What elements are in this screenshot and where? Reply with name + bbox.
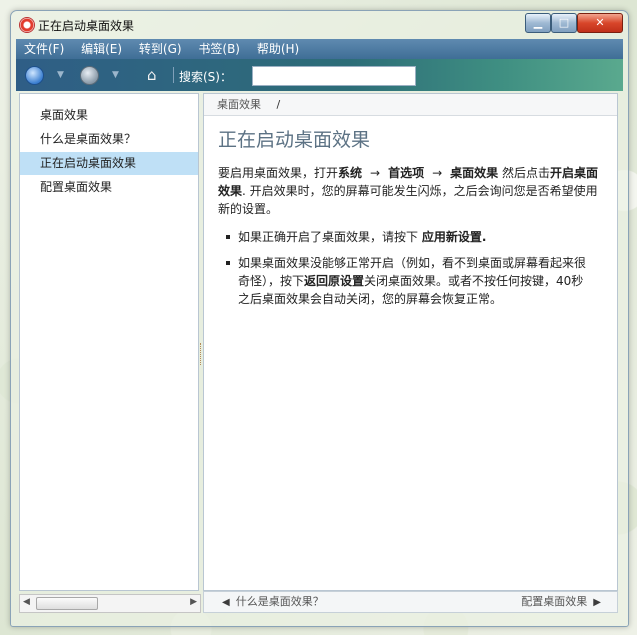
scroll-left-icon[interactable]: ◀ xyxy=(23,597,30,607)
previous-page-label: 什么是桌面效果？ xyxy=(235,595,324,608)
lifebuoy-icon xyxy=(19,17,35,33)
previous-page-link[interactable]: ◀ 什么是桌面效果？ xyxy=(216,592,324,613)
preferences-term: 首选项 xyxy=(388,166,425,180)
sidebar-item-enabling[interactable]: 正在启动桌面效果 xyxy=(20,152,198,175)
breadcrumb-separator: / xyxy=(276,98,281,111)
minimize-button[interactable]: ▁ xyxy=(525,13,551,33)
arrow-glyph: → xyxy=(432,166,443,180)
window-title: 正在启动桌面效果 xyxy=(38,19,135,33)
forward-arrow-icon[interactable] xyxy=(80,66,99,85)
search-input[interactable] xyxy=(252,66,416,86)
toolbar-separator xyxy=(173,67,174,83)
help-window: 正在启动桌面效果 ▁ □ ✕ 文件(F) 编辑(E) 转到(G) 书签(B) 帮… xyxy=(10,10,629,627)
sidebar-horizontal-scrollbar[interactable]: ◀ ▶ xyxy=(19,594,201,613)
home-icon[interactable]: ⌂ xyxy=(147,66,165,84)
back-arrow-icon[interactable] xyxy=(25,66,44,85)
scroll-thumb[interactable] xyxy=(36,597,98,610)
breadcrumb-link[interactable]: 桌面效果 xyxy=(217,98,261,111)
list-item: 如果正确开启了桌面效果，请按下 应用新设置. xyxy=(226,228,586,246)
next-page-label: 配置桌面效果 xyxy=(521,595,588,608)
next-arrow-icon: ▶ xyxy=(593,597,601,608)
intro-text: 然后点击 xyxy=(502,166,551,180)
menu-edit[interactable]: 编辑(E) xyxy=(76,39,127,59)
page-title: 正在启动桌面效果 xyxy=(218,129,371,151)
search-label: 搜索(S)： xyxy=(179,70,232,84)
content-pane: 桌面效果 / 正在启动桌面效果 要启用桌面效果，打开系统 → 首选项 → 桌面效果 然后… xyxy=(203,93,618,591)
effects-term: 桌面效果 xyxy=(450,166,499,180)
system-term: 系统 xyxy=(338,166,363,180)
bullet-text: 如果正确开启了桌面效果，请按下 xyxy=(238,230,419,244)
bullet-list: 如果正确开启了桌面效果，请按下 应用新设置. 如果桌面效果没能够正常开启（例如，… xyxy=(226,228,586,316)
close-button[interactable]: ✕ xyxy=(577,13,623,33)
toolbar: ▼ ▼ ⌂ 搜索(S)： xyxy=(16,59,623,91)
bullet-text: . xyxy=(481,230,487,244)
list-item: 如果桌面效果没能够正常开启（例如，看不到桌面或屏幕看起来很奇怪），按下返回原设置… xyxy=(226,254,586,308)
topic-sidebar: 桌面效果 什么是桌面效果？ 正在启动桌面效果 配置桌面效果 xyxy=(19,93,199,591)
next-page-link[interactable]: 配置桌面效果 ▶ xyxy=(521,592,607,613)
previous-arrow-icon: ◀ xyxy=(222,597,230,608)
breadcrumb: 桌面效果 / xyxy=(204,94,617,116)
sidebar-item-configuring[interactable]: 配置桌面效果 xyxy=(20,176,198,199)
intro-text: . 开启效果时，您的屏幕可能发生闪烁，之后会询问您是否希望使用新的设置。 xyxy=(218,184,598,216)
menu-help[interactable]: 帮助(H) xyxy=(252,39,304,59)
menu-bookmarks[interactable]: 书签(B) xyxy=(193,39,245,59)
intro-text: 要启用桌面效果，打开 xyxy=(218,166,339,180)
maximize-button[interactable]: □ xyxy=(551,13,577,33)
sidebar-item-desktop-effects[interactable]: 桌面效果 xyxy=(20,104,198,127)
page-navigation-footer: ◀ 什么是桌面效果？ 配置桌面效果 ▶ xyxy=(203,591,618,613)
revert-settings-term: 返回原设置 xyxy=(304,274,365,288)
back-dropdown-icon[interactable]: ▼ xyxy=(57,70,64,80)
menu-bar: 文件(F) 编辑(E) 转到(G) 书签(B) 帮助(H) xyxy=(16,39,623,59)
title-bar[interactable]: 正在启动桌面效果 ▁ □ ✕ xyxy=(11,11,628,39)
arrow-glyph: → xyxy=(370,166,381,180)
apply-settings-term: 应用新设置 xyxy=(421,230,482,244)
scroll-right-icon[interactable]: ▶ xyxy=(190,597,197,607)
sidebar-item-what-is[interactable]: 什么是桌面效果？ xyxy=(20,128,198,151)
menu-file[interactable]: 文件(F) xyxy=(19,39,69,59)
menu-go[interactable]: 转到(G) xyxy=(134,39,187,59)
forward-dropdown-icon[interactable]: ▼ xyxy=(112,70,119,80)
intro-paragraph: 要启用桌面效果，打开系统 → 首选项 → 桌面效果 然后点击开启桌面效果. 开启效果时，… xyxy=(218,164,608,218)
